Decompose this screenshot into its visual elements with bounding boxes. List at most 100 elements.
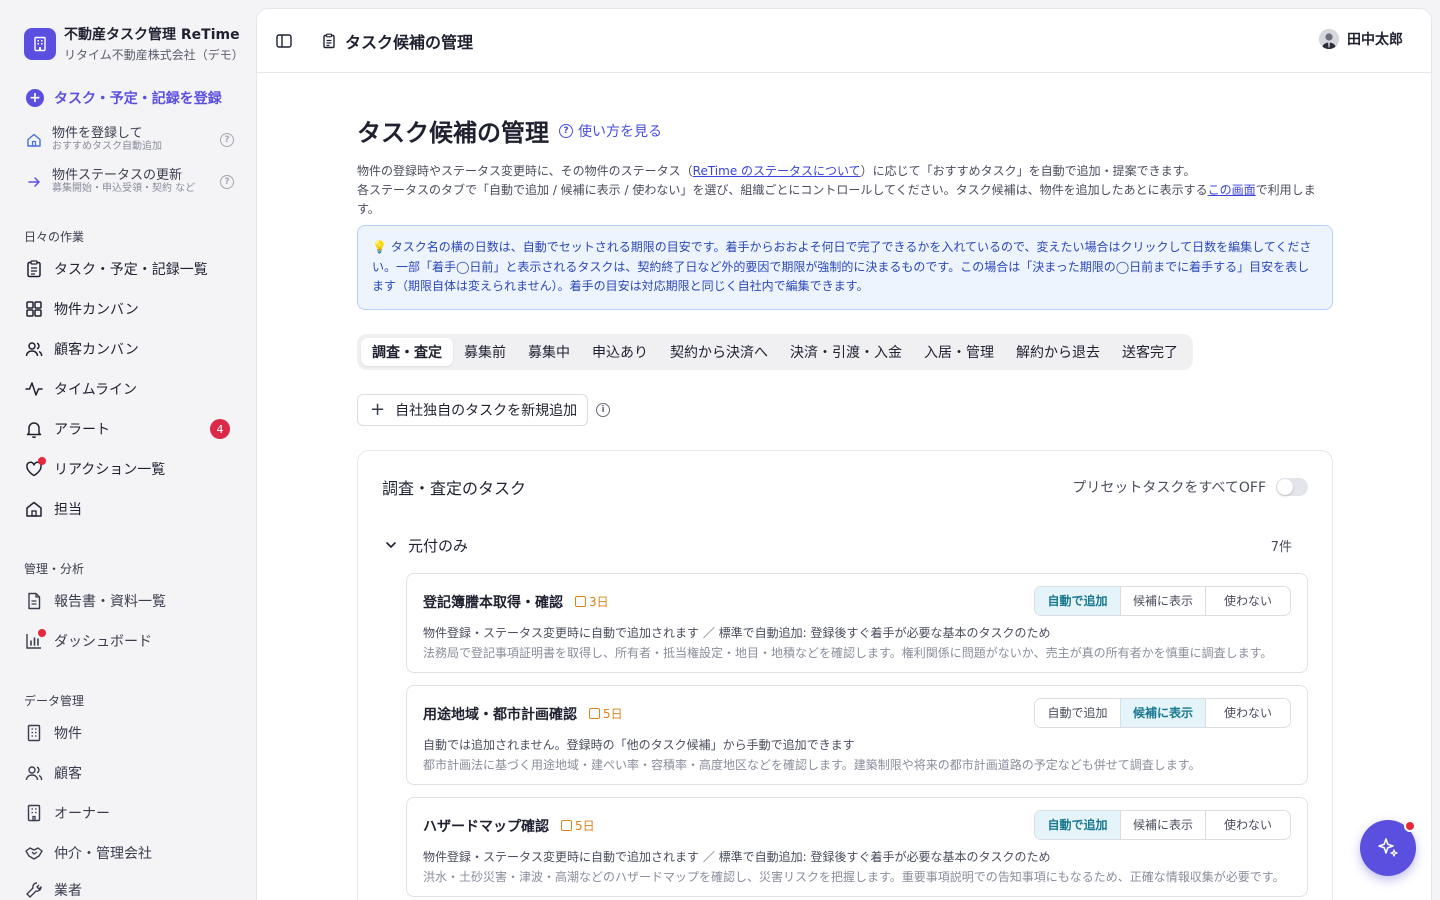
register-task-link[interactable]: + タスク・予定・記録を登録: [26, 88, 222, 108]
mode-show-candidate[interactable]: 候補に表示: [1120, 586, 1205, 615]
nav-customer-kanban-label: 顧客カンバン: [54, 342, 139, 358]
task-days-button[interactable]: 5日: [589, 705, 623, 722]
task-card: 調査・査定のタスク プリセットタスクをすべてOFF 元付のみ 7件 登記簿謄本取…: [357, 449, 1333, 900]
activity-icon: [25, 382, 43, 396]
nav-vendors[interactable]: 業者: [24, 876, 234, 900]
add-custom-task-label: 自社独自のタスクを新規追加: [395, 402, 578, 419]
task-days: 5日: [603, 707, 623, 721]
status-help-link[interactable]: ReTime のステータスについて: [693, 164, 861, 178]
task-name: 用途地域・都市計画確認: [423, 706, 577, 723]
task-name: ハザードマップ確認: [423, 818, 549, 835]
mode-show-candidate[interactable]: 候補に表示: [1120, 810, 1205, 839]
arrow-right-icon: [28, 176, 40, 187]
nav-task-list[interactable]: タスク・予定・記録一覧: [24, 255, 234, 283]
nav-assignee-label: 担当: [54, 502, 82, 518]
howto-link[interactable]: ? 使い方を見る: [559, 121, 662, 141]
preset-off-toggle[interactable]: [1276, 477, 1308, 496]
nav-brokers[interactable]: 仲介・管理会社: [24, 839, 234, 867]
top-bar: タスク候補の管理 田中太郎: [257, 9, 1431, 73]
task-days: 3日: [589, 595, 609, 609]
mode-auto-add[interactable]: 自動で追加: [1035, 698, 1120, 727]
register-task-label: タスク・予定・記録を登録: [54, 91, 222, 107]
tab-survey[interactable]: 調査・査定: [361, 337, 453, 366]
mode-auto-add[interactable]: 自動で追加: [1035, 810, 1120, 839]
task-mode-selector: 自動で追加 候補に表示 使わない: [1034, 809, 1291, 840]
mode-unused[interactable]: 使わない: [1205, 586, 1290, 615]
group-header[interactable]: 元付のみ 7件: [384, 535, 1292, 556]
task-days: 5日: [575, 819, 595, 833]
calendar-icon: [589, 708, 600, 719]
preset-off-label: プリセットタスクをすべてOFF: [1072, 479, 1266, 496]
nav-customers[interactable]: 顧客: [24, 759, 234, 787]
nav-properties[interactable]: 物件: [24, 719, 234, 747]
tab-pre-listing[interactable]: 募集前: [453, 338, 517, 366]
add-custom-task-button[interactable]: + 自社独自のタスクを新規追加: [357, 393, 589, 426]
nav-timeline-label: タイムライン: [54, 382, 138, 398]
main-panel: タスク候補の管理 田中太郎 タスク候補の管理 ? 使い方を見る 物件の登録時やス…: [256, 8, 1432, 900]
avatar: [1319, 29, 1339, 49]
handshake-icon: [25, 847, 43, 860]
section-daily: 日々の作業: [24, 230, 85, 244]
tab-contract-to-settlement[interactable]: 契約から決済へ: [659, 338, 779, 366]
desc-line1-b: ）に応じて「おすすめタスク」を自動で追加・提案できます。: [860, 164, 1196, 178]
nav-customer-kanban[interactable]: 顧客カンバン: [24, 335, 234, 363]
task-detail: 洪水・土砂災害・津波・高潮などのハザードマップを確認し、災害リスクを把握します。…: [423, 869, 1285, 884]
ai-assistant-button[interactable]: [1360, 820, 1416, 876]
nav-reactions[interactable]: リアクション一覧: [24, 455, 234, 483]
nav-reports[interactable]: 報告書・資料一覧: [24, 587, 234, 615]
task-days-button[interactable]: 5日: [561, 817, 595, 834]
nav-timeline[interactable]: タイムライン: [24, 375, 234, 403]
tab-occupancy[interactable]: 入居・管理: [913, 338, 1005, 366]
building-icon: [27, 724, 41, 742]
nav-customers-label: 顧客: [54, 766, 82, 782]
task-mode-selector: 自動で追加 候補に表示 使わない: [1034, 585, 1291, 616]
page-description: 物件の登録時やステータス変更時に、その物件のステータス（ReTime のステータ…: [357, 162, 1333, 219]
help-icon[interactable]: ?: [220, 132, 234, 147]
task-detail: 法務局で登記事項証明書を取得し、所有者・抵当権設定・地目・地積などを確認します。…: [423, 645, 1273, 660]
nav-alerts-label: アラート: [54, 422, 110, 438]
mode-auto-add[interactable]: 自動で追加: [1035, 586, 1120, 615]
task-mode-selector: 自動で追加 候補に表示 使わない: [1034, 697, 1291, 728]
task-detail: 都市計画法に基づく用途地域・建ぺい率・容積率・高度地区などを確認します。建築制限…: [423, 757, 1201, 772]
grid-icon: [26, 301, 42, 317]
tab-listing[interactable]: 募集中: [517, 338, 581, 366]
tab-application[interactable]: 申込あり: [581, 338, 659, 366]
nav-owners[interactable]: オーナー: [24, 799, 234, 827]
notification-dot: [38, 457, 46, 465]
task-item: 登記簿謄本取得・確認 3日 自動で追加 候補に表示 使わない 物件登録・ステータ…: [406, 572, 1308, 673]
nav-owners-label: オーナー: [54, 806, 110, 822]
bar-chart-icon: [24, 629, 46, 651]
tab-referral-complete[interactable]: 送客完了: [1111, 338, 1189, 366]
nav-alerts[interactable]: アラート 4: [24, 415, 234, 443]
breadcrumb-title: タスク候補の管理: [345, 32, 474, 52]
task-days-button[interactable]: 3日: [575, 593, 609, 610]
nav-property-kanban[interactable]: 物件カンバン: [24, 295, 234, 323]
sidebar-toggle-icon[interactable]: [275, 32, 293, 50]
desc-line2-a: 各ステータスのタブで「自動で追加 / 候補に表示 / 使わない」を選び、組織ごと…: [357, 183, 1208, 197]
nav-brokers-label: 仲介・管理会社: [54, 846, 152, 862]
user-menu[interactable]: 田中太郎: [1319, 29, 1403, 49]
update-status-action[interactable]: 物件ステータスの更新 募集開始・申込受領・契約 など ?: [26, 168, 234, 195]
tab-settlement[interactable]: 決済・引渡・入金: [779, 338, 913, 366]
page-title: タスク候補の管理: [357, 119, 549, 147]
mode-unused[interactable]: 使わない: [1205, 810, 1290, 839]
mode-unused[interactable]: 使わない: [1205, 698, 1290, 727]
tab-cancellation[interactable]: 解約から退去: [1005, 338, 1111, 366]
help-icon[interactable]: ?: [220, 174, 234, 189]
nav-dashboard[interactable]: ダッシュボード: [24, 627, 234, 655]
building-icon: [27, 804, 41, 822]
nav-assignee[interactable]: 担当: [24, 495, 234, 523]
sidebar: 不動産タスク管理 ReTime リタイム不動産株式会社（デモ） + タスク・予定…: [0, 0, 256, 900]
section-manage: 管理・分析: [24, 562, 85, 576]
app-name: 不動産タスク管理 ReTime: [64, 27, 240, 43]
this-screen-link[interactable]: この画面: [1208, 183, 1256, 197]
user-name: 田中太郎: [1347, 32, 1403, 48]
brand[interactable]: 不動産タスク管理 ReTime リタイム不動産株式会社（デモ）: [24, 24, 244, 63]
nav-properties-label: 物件: [54, 726, 82, 742]
chevron-down-icon: [386, 542, 396, 548]
info-icon[interactable]: i: [596, 402, 611, 417]
nav-property-kanban-label: 物件カンバン: [54, 302, 139, 318]
mode-show-candidate[interactable]: 候補に表示: [1120, 698, 1205, 727]
notification-dot: [38, 629, 46, 637]
register-property-action[interactable]: 物件を登録して おすすめタスク自動追加 ?: [26, 126, 234, 153]
